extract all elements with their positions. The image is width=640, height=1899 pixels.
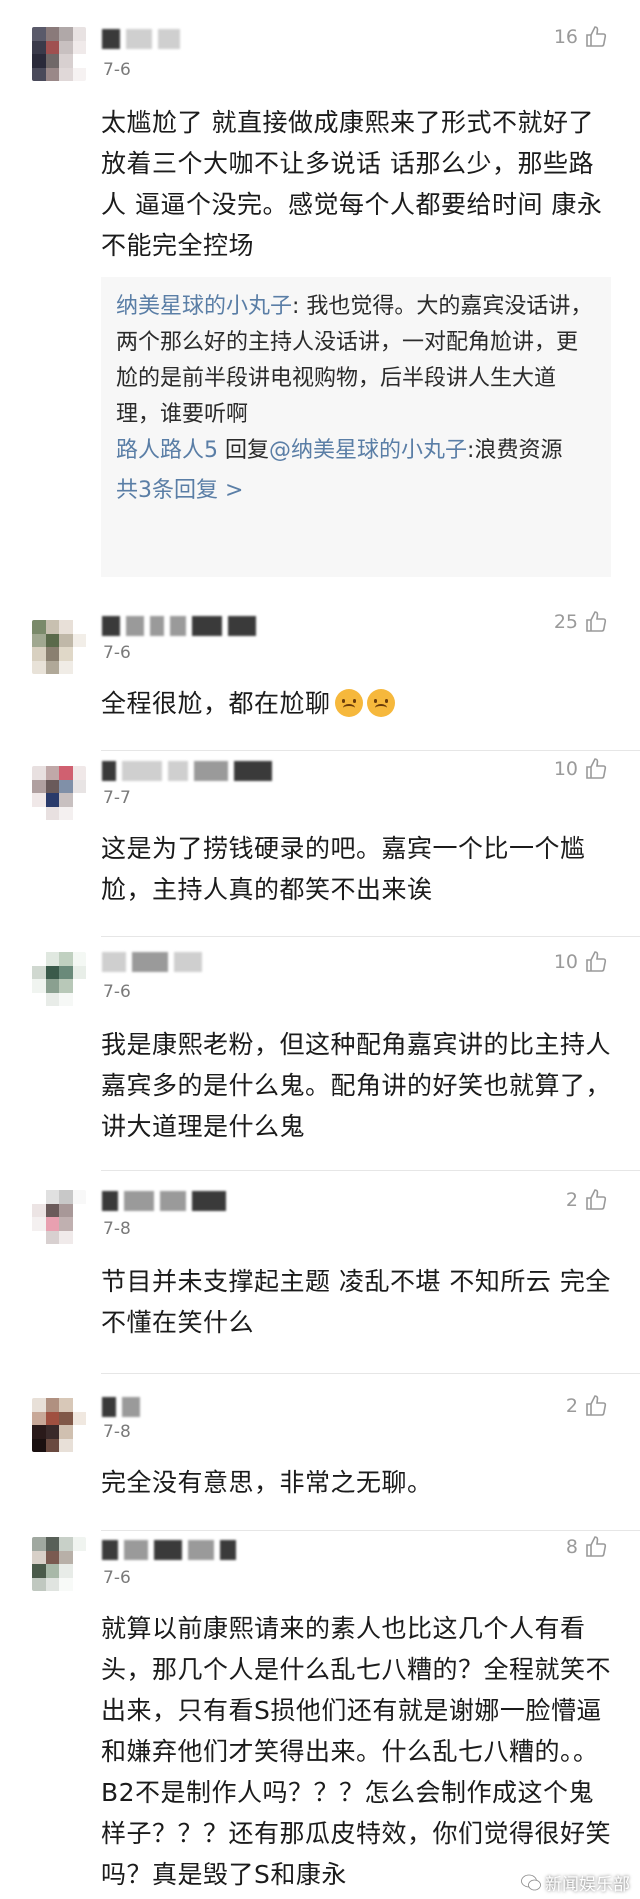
comment-date: 7-6 (103, 982, 131, 1002)
wechat-logo-icon (521, 1874, 541, 1890)
like-count: 8 (565, 1536, 578, 1558)
like-count: 2 (565, 1189, 578, 1211)
comment-date: 7-8 (103, 1422, 131, 1442)
comment-text: 完全没有意思，非常之无聊。 (101, 1468, 433, 1497)
reply-word: 回复 (225, 438, 270, 463)
username-blurred[interactable] (102, 760, 272, 782)
thumbs-up-icon (586, 1536, 607, 1557)
comment-text: 我是康熙老粉，但这种配角嘉宾讲的比主持人嘉宾多的是什么鬼。配角讲的好笑也就算了，… (101, 1030, 612, 1141)
username-blurred[interactable] (102, 1539, 236, 1561)
comment-date: 7-6 (103, 643, 131, 663)
comment-text: 全程很尬，都在尬聊 (101, 683, 611, 724)
like-button[interactable]: 16 (554, 25, 608, 49)
comment-text: 就算以前康熙请来的素人也比这几个人有看头，那几个人是什么乱七八糟的？全程就笑不出… (101, 1614, 611, 1889)
comment-text: 节目并未支撑起主题 凌乱不堪 不知所云 完全不懂在笑什么 (101, 1267, 611, 1337)
thumbs-up-icon (586, 26, 607, 47)
upside-down-face-emoji (334, 689, 363, 717)
avatar[interactable] (32, 952, 86, 1006)
divider (101, 750, 640, 751)
avatar[interactable] (32, 27, 86, 81)
like-button[interactable]: 2 (566, 1188, 608, 1212)
comment-text: 太尴尬了 就直接做成康熙来了形式不就好了 放着三个大咖不让多说话 话那么少，那些… (101, 108, 603, 260)
reply-item: 纳美星球的小丸子: 我也觉得。大的嘉宾没话讲，两个那么好的主持人没话讲，一对配角… (116, 294, 593, 427)
reply-author[interactable]: 路人路人5 (116, 438, 218, 463)
username-blurred[interactable] (102, 28, 180, 50)
avatar[interactable] (32, 1398, 86, 1452)
thumbs-up-icon (586, 758, 607, 779)
more-replies-link[interactable]: 共3条回复 > (116, 473, 597, 509)
upside-down-face-emoji (366, 689, 395, 717)
reply-item: 路人路人5 回复@纳美星球的小丸子:浪费资源 (116, 438, 563, 463)
thumbs-up-icon (586, 1189, 607, 1210)
watermark: 新闻娱乐部 (521, 1870, 630, 1895)
username-blurred[interactable] (102, 951, 202, 973)
divider (101, 1373, 640, 1374)
avatar[interactable] (32, 766, 86, 820)
like-count: 25 (553, 611, 578, 633)
avatar[interactable] (32, 1190, 86, 1244)
username-blurred[interactable] (102, 1190, 226, 1212)
reply-target[interactable]: @纳美星球的小丸子 (269, 438, 467, 463)
like-count: 16 (553, 26, 578, 48)
like-button[interactable]: 25 (554, 610, 608, 634)
divider (101, 1530, 640, 1531)
like-button[interactable]: 2 (566, 1394, 608, 1418)
thumbs-up-icon (586, 1395, 607, 1416)
like-button[interactable]: 8 (566, 1535, 608, 1559)
like-button[interactable]: 10 (554, 757, 608, 781)
reply-author[interactable]: 纳美星球的小丸子 (116, 294, 292, 319)
username-blurred[interactable] (102, 615, 256, 637)
avatar[interactable] (32, 1537, 86, 1591)
divider (101, 1170, 640, 1171)
thumbs-up-icon (586, 611, 607, 632)
like-count: 2 (565, 1395, 578, 1417)
divider (101, 936, 640, 937)
username-blurred[interactable] (102, 1396, 140, 1418)
comment-date: 7-6 (103, 1568, 131, 1588)
comment-date: 7-7 (103, 788, 131, 808)
like-count: 10 (553, 758, 578, 780)
comment-date: 7-6 (103, 60, 131, 80)
comment-text: 这是为了捞钱硬录的吧。嘉宾一个比一个尴尬，主持人真的都笑不出来诶 (101, 834, 586, 904)
reply-content: 浪费资源 (474, 438, 563, 463)
thumbs-up-icon (586, 951, 607, 972)
replies-box: 纳美星球的小丸子: 我也觉得。大的嘉宾没话讲，两个那么好的主持人没话讲，一对配角… (101, 277, 611, 577)
comment-date: 7-8 (103, 1219, 131, 1239)
watermark-text: 新闻娱乐部 (545, 1875, 630, 1895)
like-count: 10 (553, 951, 578, 973)
avatar[interactable] (32, 620, 86, 674)
like-button[interactable]: 10 (554, 950, 608, 974)
